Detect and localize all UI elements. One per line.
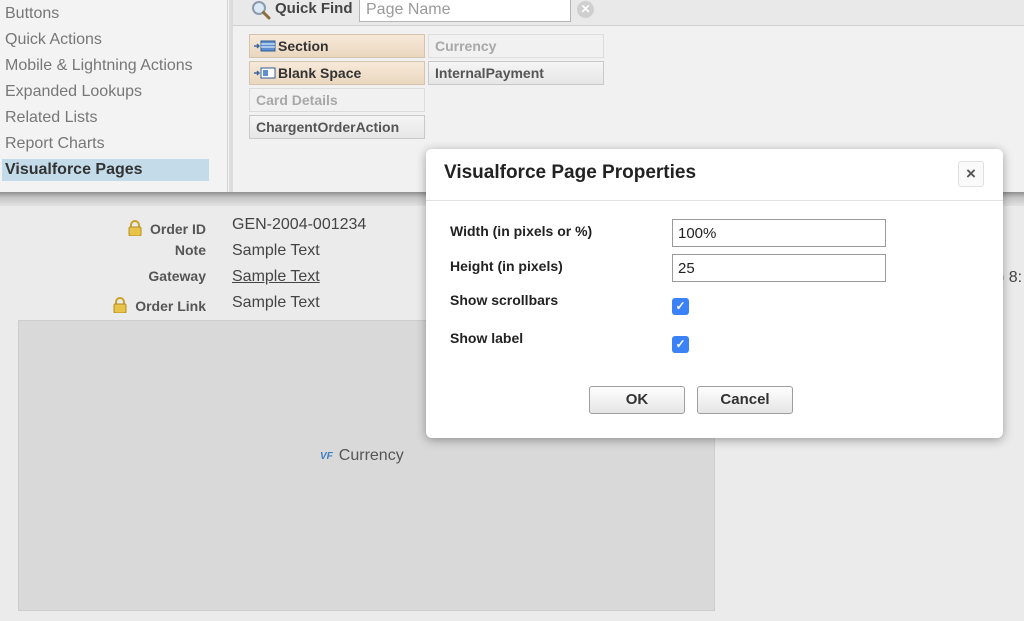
visualforce-component-label: VF Currency <box>320 447 404 465</box>
field-label-note[interactable]: Note <box>0 242 206 258</box>
visualforce-icon: VF <box>320 451 333 462</box>
show-scrollbars-checkbox[interactable]: ✓ <box>672 298 689 315</box>
width-label: Width (in pixels or %) <box>450 223 593 239</box>
show-scrollbars-label: Show scrollbars <box>450 292 559 308</box>
palette-item-card-details[interactable]: Card Details <box>249 88 425 112</box>
lock-icon <box>128 220 142 236</box>
cancel-button[interactable]: Cancel <box>697 386 793 414</box>
palette-item-label: Blank Space <box>278 65 362 81</box>
nav-item-related-lists[interactable]: Related Lists <box>2 107 209 129</box>
field-label-order-id[interactable]: Order ID <box>0 220 206 237</box>
field-value-gateway[interactable]: Sample Text <box>232 268 320 286</box>
section-icon <box>254 36 276 52</box>
show-label-checkbox[interactable]: ✓ <box>672 336 689 353</box>
width-input[interactable] <box>672 219 886 247</box>
nav-item-buttons[interactable]: Buttons <box>2 3 209 25</box>
field-label-text: Order Link <box>135 298 206 314</box>
palette-item-label: Card Details <box>256 92 338 108</box>
quick-find-input[interactable] <box>359 0 571 22</box>
palette-item-label: InternalPayment <box>435 65 544 81</box>
palette-category-list: Buttons Quick Actions Mobile & Lightning… <box>0 0 228 192</box>
close-icon[interactable]: × <box>958 161 984 187</box>
palette-item-section[interactable]: Section <box>249 34 425 58</box>
nav-item-visualforce-pages[interactable]: Visualforce Pages <box>2 159 209 181</box>
nav-item-mobile-lightning-actions[interactable]: Mobile & Lightning Actions <box>2 55 209 77</box>
palette-item-label: ChargentOrderAction <box>256 119 400 135</box>
height-label: Height (in pixels) <box>450 258 563 274</box>
quick-find-bar: Quick Find ✕ <box>233 0 1024 26</box>
field-label-order-link[interactable]: Order Link <box>0 297 206 314</box>
field-label-text: Order ID <box>149 221 206 237</box>
dialog-title: Visualforce Page Properties <box>444 162 697 183</box>
palette-item-blank-space[interactable]: Blank Space <box>249 61 425 85</box>
blank-space-icon <box>254 63 276 79</box>
visualforce-component-name: Currency <box>338 447 404 464</box>
search-icon <box>252 1 271 20</box>
palette-item-currency[interactable]: Currency <box>428 34 604 58</box>
nav-item-report-charts[interactable]: Report Charts <box>2 133 209 155</box>
field-value-note: Sample Text <box>232 242 320 259</box>
field-value-order-id: GEN-2004-001234 <box>232 216 367 233</box>
palette-item-label: Currency <box>435 38 497 54</box>
height-input[interactable] <box>672 254 886 282</box>
nav-item-expanded-lookups[interactable]: Expanded Lookups <box>2 81 209 103</box>
palette-item-label: Section <box>278 38 329 54</box>
palette-item-chargentorderaction[interactable]: ChargentOrderAction <box>249 115 425 139</box>
dialog-header: Visualforce Page Properties × <box>426 149 1003 201</box>
field-value-order-link: Sample Text <box>232 294 320 311</box>
ok-button[interactable]: OK <box>589 386 685 414</box>
palette-item-internalpayment[interactable]: InternalPayment <box>428 61 604 85</box>
quick-find-label: Quick Find <box>275 0 353 17</box>
show-label-label: Show label <box>450 330 524 346</box>
field-label-gateway[interactable]: Gateway <box>0 268 206 284</box>
lock-icon <box>113 297 127 313</box>
close-circle-icon[interactable]: ✕ <box>577 1 594 18</box>
visualforce-page-properties-dialog: Visualforce Page Properties × Width (in … <box>426 149 1003 438</box>
nav-item-quick-actions[interactable]: Quick Actions <box>2 29 209 51</box>
